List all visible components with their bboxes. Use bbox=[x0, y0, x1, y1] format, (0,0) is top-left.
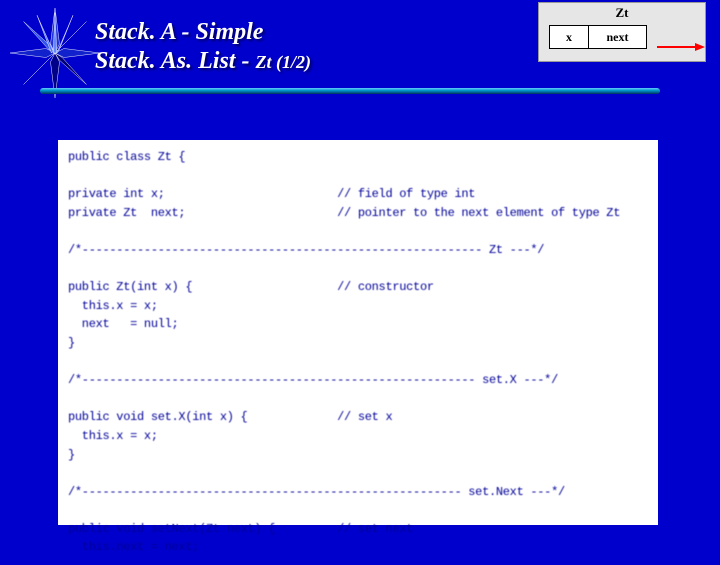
title-line-2: Stack. As. List - Zt (1/2) bbox=[95, 47, 311, 76]
starburst-icon bbox=[10, 8, 100, 98]
code-text: public class Zt { private int x; // fiel… bbox=[58, 140, 658, 565]
slide-title: Stack. A - Simple Stack. As. List - Zt (… bbox=[95, 18, 311, 76]
code-block: public class Zt { private int x; // fiel… bbox=[58, 140, 658, 525]
title-line-1: Stack. A - Simple bbox=[95, 18, 311, 47]
diagram-label: Zt bbox=[539, 3, 705, 21]
cell-x: x bbox=[549, 25, 589, 49]
node-diagram: Zt x next bbox=[538, 2, 706, 62]
cell-next: next bbox=[589, 25, 647, 49]
title-underline bbox=[40, 88, 660, 94]
slide-header: Stack. A - Simple Stack. As. List - Zt (… bbox=[0, 0, 720, 110]
arrow-icon bbox=[657, 41, 707, 53]
